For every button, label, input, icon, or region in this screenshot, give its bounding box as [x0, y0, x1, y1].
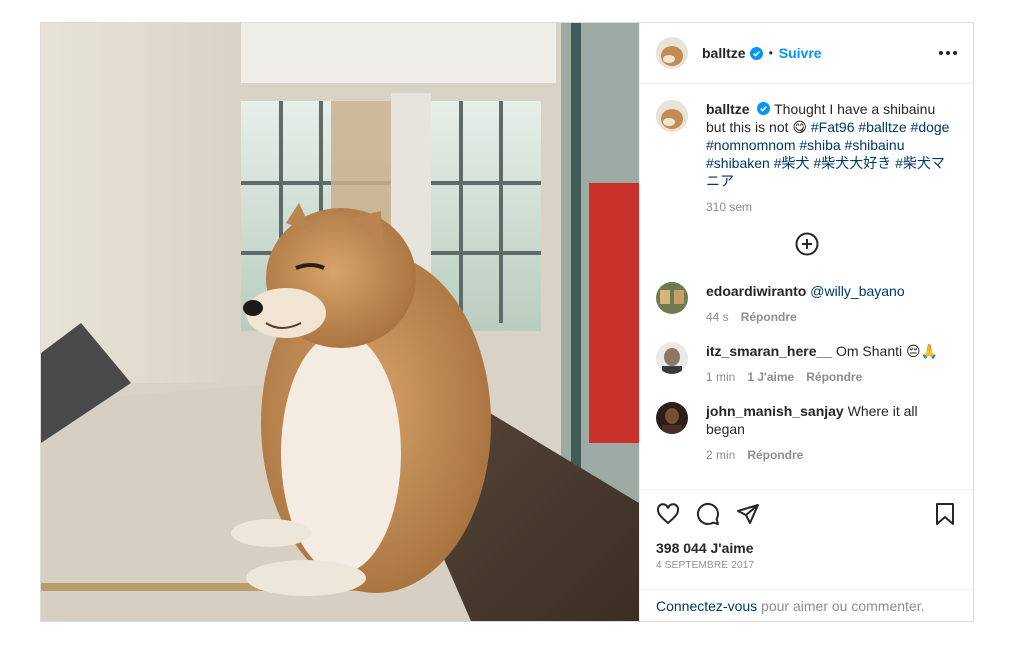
- comment-item: itz_smaran_here__ Om Shanti 😔🙏 1 min 1 J…: [656, 342, 957, 386]
- reply-button[interactable]: Répondre: [806, 368, 862, 386]
- load-more-comments-icon[interactable]: [656, 232, 957, 256]
- login-link[interactable]: Connectez-vous: [656, 598, 757, 614]
- comment-item: john_manish_sanjay Where it all began 2 …: [656, 402, 957, 464]
- separator-dot: •: [768, 46, 773, 60]
- verified-badge-icon: [749, 46, 763, 60]
- commenter-avatar[interactable]: [656, 402, 688, 434]
- comment-body: john_manish_sanjay Where it all began 2 …: [706, 402, 957, 464]
- login-prompt-text: pour aimer ou commenter.: [757, 598, 925, 614]
- avatar-image: [656, 282, 688, 314]
- action-icons: [656, 502, 957, 526]
- comment-meta: 2 min Répondre: [706, 446, 957, 464]
- comment-mention[interactable]: @willy_bayano: [810, 283, 904, 299]
- heart-icon[interactable]: [656, 502, 680, 526]
- comments-section: balltze Thought I have a shibainu but th…: [640, 84, 973, 489]
- login-prompt: Connectez-vous pour aimer ou commenter.: [640, 589, 973, 621]
- verified-badge-icon: [757, 102, 771, 115]
- comment-body: edoardiwiranto @willy_bayano 44 s Répond…: [706, 282, 957, 326]
- comment-username[interactable]: john_manish_sanjay: [706, 403, 844, 419]
- comment-username[interactable]: edoardiwiranto: [706, 283, 806, 299]
- avatar-image: [656, 37, 688, 69]
- caption-meta: 310 sem: [706, 198, 957, 216]
- avatar-image: [656, 100, 688, 132]
- comment-icon[interactable]: [696, 502, 720, 526]
- reply-button[interactable]: Répondre: [741, 308, 797, 326]
- likes-count[interactable]: 398 044 J'aime: [656, 540, 957, 556]
- caption-body: balltze Thought I have a shibainu but th…: [706, 100, 957, 216]
- hashtag[interactable]: #柴犬: [774, 155, 810, 171]
- hashtag[interactable]: #shibainu: [845, 137, 905, 153]
- comment-body: itz_smaran_here__ Om Shanti 😔🙏 1 min 1 J…: [706, 342, 957, 386]
- author-avatar[interactable]: [656, 37, 688, 69]
- caption-username[interactable]: balltze: [706, 101, 750, 117]
- caption-age[interactable]: 310 sem: [706, 198, 752, 216]
- more-options-icon[interactable]: [939, 51, 957, 55]
- author-username[interactable]: balltze: [702, 45, 746, 61]
- hashtag[interactable]: #shibaken: [706, 155, 770, 171]
- hashtag[interactable]: #Fat96: [811, 119, 855, 135]
- avatar-image: [656, 402, 688, 434]
- comment-text: Om Shanti 😔🙏: [835, 343, 939, 359]
- comment-age[interactable]: 44 s: [706, 308, 729, 326]
- caption-emoji: 😋: [792, 119, 807, 135]
- post-actions: 398 044 J'aime 4 SEPTEMBRE 2017: [640, 489, 973, 589]
- hashtag[interactable]: #balltze: [858, 119, 906, 135]
- caption-row: balltze Thought I have a shibainu but th…: [656, 100, 957, 216]
- shiba-photo: [41, 23, 639, 621]
- post-card: balltze • Suivre balltze Thought I have …: [40, 22, 974, 622]
- plus-circle-icon: [795, 232, 818, 256]
- comment-age[interactable]: 1 min: [706, 368, 735, 386]
- hashtag[interactable]: #shiba: [799, 137, 840, 153]
- post-sidebar: balltze • Suivre balltze Thought I have …: [639, 23, 973, 621]
- caption-avatar[interactable]: [656, 100, 688, 132]
- comment-username[interactable]: itz_smaran_here__: [706, 343, 832, 359]
- hashtag[interactable]: #doge: [911, 119, 950, 135]
- comment-meta: 44 s Répondre: [706, 308, 957, 326]
- comment-age[interactable]: 2 min: [706, 446, 735, 464]
- post-date[interactable]: 4 SEPTEMBRE 2017: [656, 560, 957, 571]
- reply-button[interactable]: Répondre: [747, 446, 803, 464]
- commenter-avatar[interactable]: [656, 342, 688, 374]
- commenter-avatar[interactable]: [656, 282, 688, 314]
- post-header: balltze • Suivre: [640, 23, 973, 84]
- avatar-image: [656, 342, 688, 374]
- share-icon[interactable]: [736, 502, 760, 526]
- save-icon[interactable]: [933, 502, 957, 526]
- comment-meta: 1 min 1 J'aime Répondre: [706, 368, 957, 386]
- comment-likes[interactable]: 1 J'aime: [747, 368, 794, 386]
- hashtag[interactable]: #nomnomnom: [706, 137, 796, 153]
- post-photo[interactable]: [41, 23, 639, 621]
- hashtag[interactable]: #柴犬大好き: [813, 155, 891, 171]
- follow-button[interactable]: Suivre: [779, 45, 822, 61]
- comment-item: edoardiwiranto @willy_bayano 44 s Répond…: [656, 282, 957, 326]
